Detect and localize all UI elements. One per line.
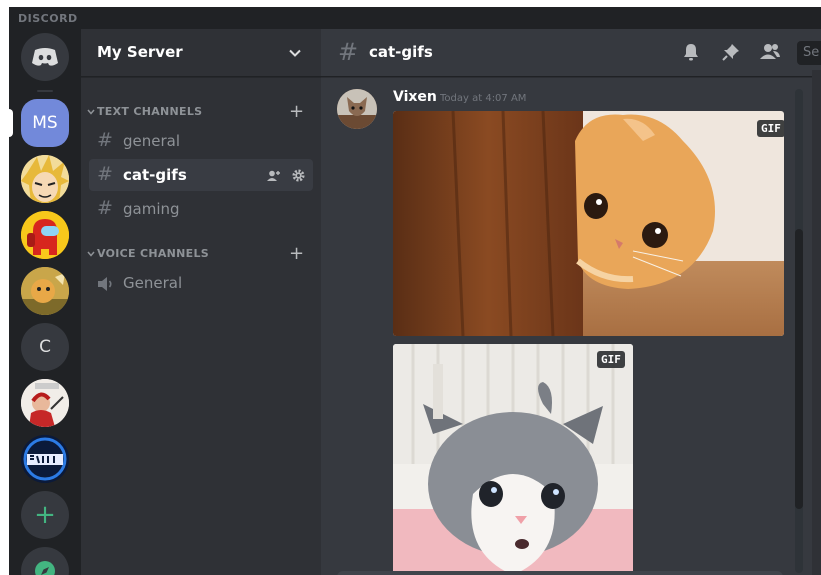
chat-area: # cat-gifs Se Vixen Today at 4:07 AM GIF… bbox=[321, 29, 821, 575]
app-brand: DISCORD bbox=[18, 12, 78, 25]
server-icon-cartoon[interactable] bbox=[21, 267, 69, 315]
cat-gif-image bbox=[393, 111, 784, 336]
hash-icon: # bbox=[97, 197, 113, 219]
avatar-image bbox=[337, 89, 377, 129]
channel-name: gaming bbox=[123, 200, 180, 218]
channel-gaming[interactable]: # gaming bbox=[89, 193, 313, 225]
category-voice-channels[interactable]: VOICE CHANNELS + bbox=[87, 243, 315, 264]
server-avatar-image bbox=[21, 435, 69, 483]
members-icon[interactable] bbox=[759, 42, 781, 66]
gif-attachment[interactable]: GIF bbox=[393, 111, 784, 336]
chat-header: # cat-gifs Se bbox=[321, 29, 821, 77]
compass-icon bbox=[35, 561, 55, 575]
channel-cat-gifs[interactable]: # cat-gifs bbox=[89, 159, 313, 191]
category-label: VOICE CHANNELS bbox=[97, 247, 210, 260]
chevron-down-icon bbox=[87, 248, 95, 261]
server-name: My Server bbox=[97, 43, 183, 61]
gif-badge: GIF bbox=[757, 120, 784, 137]
message-author[interactable]: Vixen bbox=[393, 89, 437, 105]
search-input[interactable]: Se bbox=[797, 41, 821, 65]
hash-icon: # bbox=[97, 129, 113, 151]
server-c[interactable]: C bbox=[21, 323, 69, 371]
channel-title: cat-gifs bbox=[369, 43, 433, 61]
create-channel-button[interactable]: + bbox=[289, 243, 304, 264]
chevron-down-icon bbox=[87, 106, 95, 119]
server-separator bbox=[37, 90, 53, 92]
gif-attachment[interactable]: GIF bbox=[393, 344, 633, 575]
gif-badge: GIF bbox=[597, 351, 625, 368]
server-avatar-image bbox=[21, 267, 69, 315]
scrollbar-thumb[interactable] bbox=[795, 229, 803, 509]
server-avatar-image bbox=[21, 155, 69, 203]
channel-name: general bbox=[123, 132, 181, 150]
message-timestamp: Today at 4:07 AM bbox=[440, 93, 527, 104]
create-channel-button[interactable]: + bbox=[289, 101, 304, 122]
server-icon-cyber[interactable] bbox=[21, 435, 69, 483]
hash-icon: # bbox=[338, 38, 359, 66]
add-member-icon[interactable] bbox=[267, 167, 281, 186]
home-button[interactable] bbox=[21, 33, 69, 81]
server-icon-meme[interactable] bbox=[21, 379, 69, 427]
member-list bbox=[812, 70, 821, 575]
category-text-channels[interactable]: TEXT CHANNELS + bbox=[87, 101, 315, 122]
server-list: MS C + bbox=[9, 29, 81, 575]
server-icon-among-us[interactable] bbox=[21, 211, 69, 259]
bell-icon[interactable] bbox=[681, 42, 701, 66]
kitten-gif-image bbox=[393, 344, 633, 575]
channel-name: cat-gifs bbox=[123, 166, 187, 184]
server-icon-anime[interactable] bbox=[21, 155, 69, 203]
hash-icon: # bbox=[97, 163, 113, 185]
title-bar: DISCORD bbox=[9, 7, 821, 29]
channel-sidebar: My Server TEXT CHANNELS + # general # ca… bbox=[81, 29, 321, 575]
discord-logo-icon bbox=[32, 48, 58, 66]
avatar[interactable] bbox=[337, 89, 377, 129]
channel-actions bbox=[267, 167, 311, 186]
message-input[interactable] bbox=[337, 571, 783, 575]
add-server-button[interactable]: + bbox=[21, 491, 69, 539]
speaker-icon bbox=[97, 275, 115, 297]
explore-servers-button[interactable] bbox=[21, 547, 69, 575]
server-my-server[interactable]: MS bbox=[21, 99, 69, 147]
gear-icon[interactable] bbox=[292, 167, 305, 186]
server-avatar-image bbox=[21, 211, 69, 259]
channel-name: General bbox=[123, 274, 183, 292]
discord-app: DISCORD MS C + My Server TEXT CHANNELS +… bbox=[9, 7, 821, 575]
voice-channel-general[interactable]: General bbox=[89, 267, 313, 299]
chevron-down-icon bbox=[288, 45, 302, 64]
channel-general[interactable]: # general bbox=[89, 125, 313, 157]
pin-icon[interactable] bbox=[721, 42, 741, 66]
selected-server-indicator bbox=[9, 109, 13, 137]
category-label: TEXT CHANNELS bbox=[97, 105, 203, 118]
server-avatar-image bbox=[21, 379, 69, 427]
server-header[interactable]: My Server bbox=[81, 29, 321, 77]
